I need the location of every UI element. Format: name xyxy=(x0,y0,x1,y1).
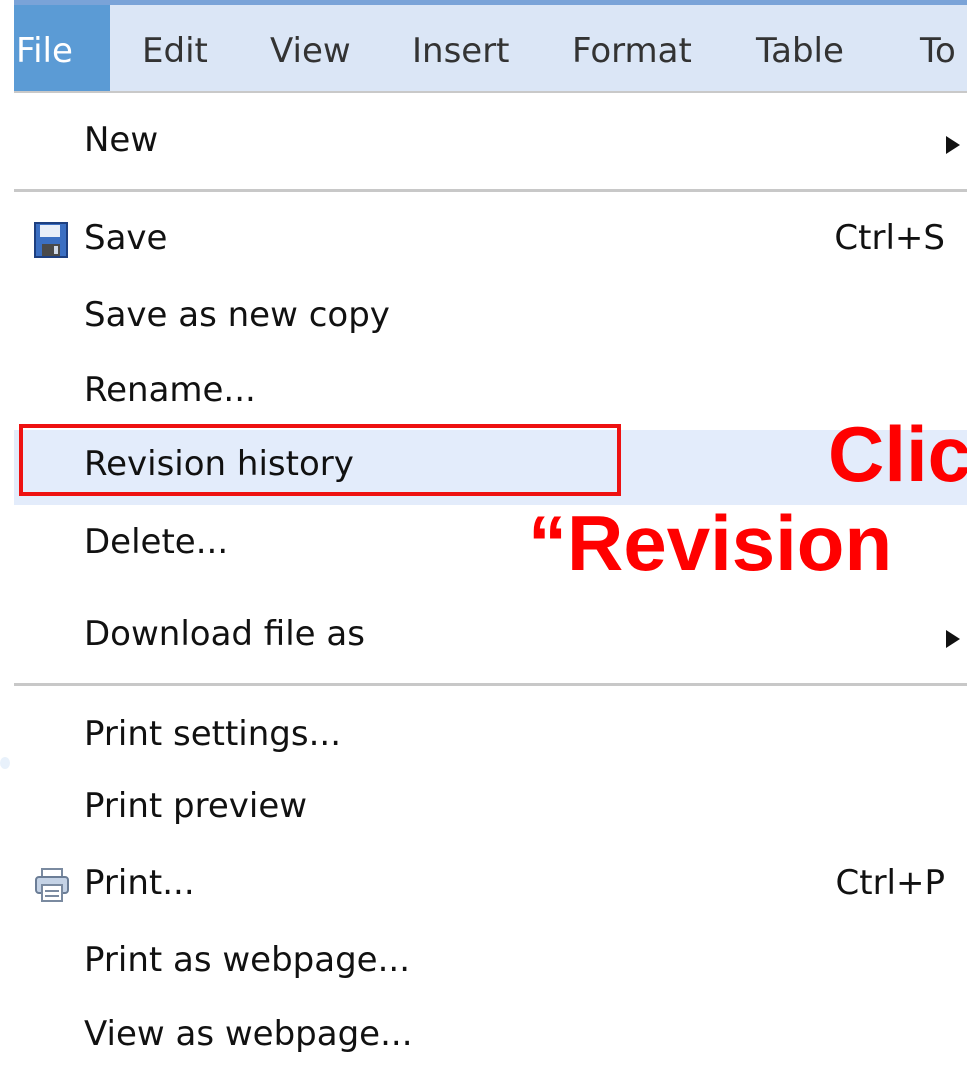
menu-item-label: Delete... xyxy=(84,522,229,562)
menu-item-save[interactable]: Save Ctrl+S xyxy=(14,218,967,268)
menu-item-download-as[interactable]: Download file as xyxy=(14,614,967,664)
menu-item-label: Rename... xyxy=(84,370,256,410)
shortcut-label: Ctrl+S xyxy=(834,218,945,258)
callout-highlight-box xyxy=(19,424,621,496)
menu-tab-view[interactable]: View xyxy=(270,5,351,91)
menu-item-label: New xyxy=(84,120,159,160)
background-fragment xyxy=(0,757,10,769)
menu-tab-tools[interactable]: To xyxy=(920,5,956,91)
menu-item-view-as-webpage[interactable]: View as webpage... xyxy=(14,1014,967,1064)
menu-item-rename[interactable]: Rename... xyxy=(14,370,967,420)
submenu-arrow-icon xyxy=(946,136,960,154)
menu-item-print-as-webpage[interactable]: Print as webpage... xyxy=(14,940,967,990)
menu-item-label: Print as webpage... xyxy=(84,940,411,980)
menu-item-label: Save as new copy xyxy=(84,295,390,335)
menu-item-new[interactable]: New xyxy=(14,120,967,170)
menu-item-save-as-copy[interactable]: Save as new copy xyxy=(14,295,967,345)
floppy-disk-icon xyxy=(34,222,68,258)
menu-item-print-settings[interactable]: Print settings... xyxy=(14,714,967,764)
menu-item-label: Print settings... xyxy=(84,714,342,754)
menubar: File Edit View Insert Format Table To xyxy=(14,5,967,91)
menu-tab-table[interactable]: Table xyxy=(756,5,844,91)
printer-icon xyxy=(35,868,69,902)
menu-tab-insert[interactable]: Insert xyxy=(412,5,510,91)
submenu-arrow-icon xyxy=(946,630,960,648)
shortcut-label: Ctrl+P xyxy=(835,863,946,903)
menu-tab-format[interactable]: Format xyxy=(572,5,692,91)
menu-item-label: Print preview xyxy=(84,786,308,826)
menu-item-print-preview[interactable]: Print preview xyxy=(14,786,967,836)
menu-item-label: Print... xyxy=(84,863,195,903)
menu-tab-file[interactable]: File xyxy=(14,5,110,91)
menu-separator xyxy=(14,189,967,192)
menu-tab-edit[interactable]: Edit xyxy=(142,5,208,91)
menu-item-label: Download file as xyxy=(84,614,365,654)
menu-separator xyxy=(14,683,967,686)
menu-item-label: Save xyxy=(84,218,168,258)
callout-text-line1: Clic xyxy=(828,410,967,498)
callout-text-line2: “Revision xyxy=(528,499,893,587)
menubar-divider xyxy=(14,91,967,93)
menu-item-print[interactable]: Print... Ctrl+P xyxy=(14,863,967,913)
menu-item-label: View as webpage... xyxy=(84,1014,413,1054)
